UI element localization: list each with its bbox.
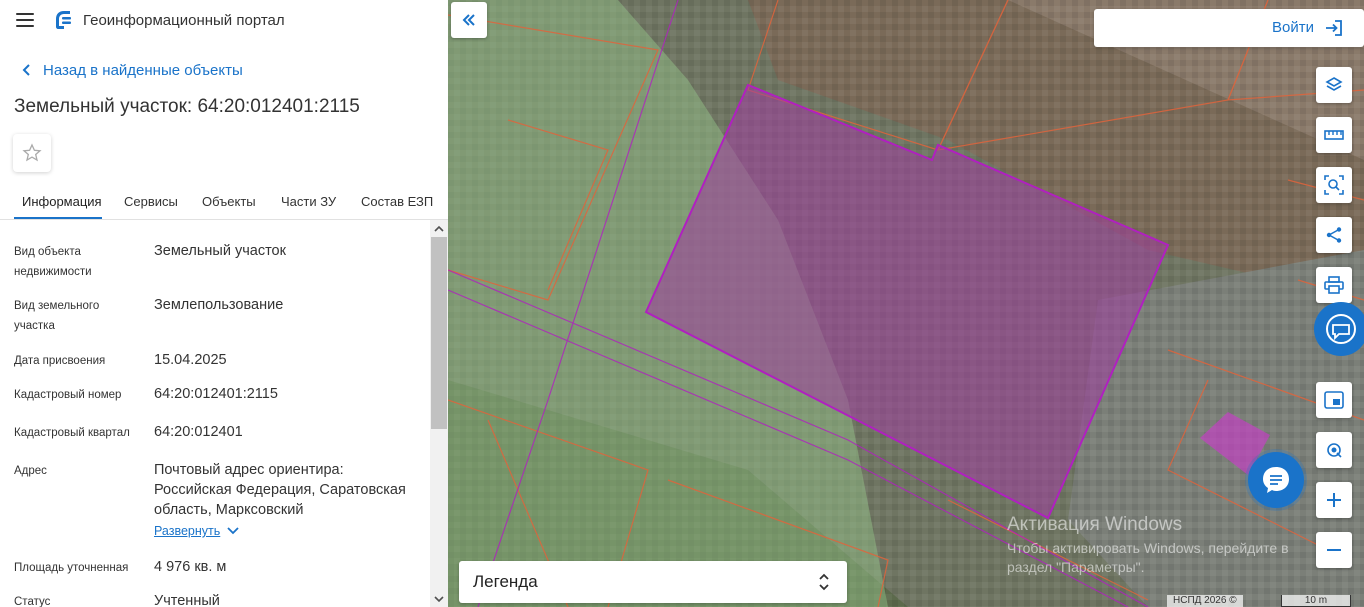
print-icon — [1324, 276, 1344, 294]
support-chat-icon — [1326, 314, 1356, 344]
star-icon — [22, 143, 42, 162]
back-to-results-link[interactable]: Назад в найденные объекты — [18, 61, 243, 79]
field-value: 64:20:012401 — [154, 424, 243, 440]
legend-dropdown[interactable]: Легенда — [459, 561, 847, 603]
menu-icon[interactable] — [16, 13, 34, 27]
field-label: Дата присвоения — [14, 355, 106, 367]
zoom-in-button[interactable] — [1316, 482, 1352, 518]
zoom-out-icon — [1327, 549, 1341, 551]
tab-services[interactable]: Сервисы — [124, 194, 178, 209]
field-value: Земельный участок — [154, 243, 286, 259]
collapse-panel-button[interactable] — [451, 2, 487, 38]
share-icon — [1326, 227, 1342, 243]
zoom-in-icon — [1327, 493, 1341, 507]
activation-watermark-text: Чтобы активировать Windows, перейдите в … — [1007, 540, 1289, 575]
field-label: Вид объекта недвижимости — [14, 246, 92, 278]
login-label: Войти — [1272, 19, 1314, 36]
legend-label: Легенда — [473, 572, 538, 591]
map-view[interactable]: Войти Легенда Активация Windows Чтобы ак… — [448, 0, 1364, 607]
double-chevron-left-icon — [462, 14, 475, 26]
info-scrollbar[interactable] — [430, 220, 448, 607]
side-panel: Геоинформационный портал Назад в найденн… — [0, 0, 448, 607]
geolocation-button[interactable] — [1316, 432, 1352, 468]
chevron-down-icon — [227, 527, 239, 535]
picture-in-picture-icon — [1324, 391, 1344, 409]
expand-collapse-icon — [819, 573, 829, 591]
map-attribution: НСПД 2026 © — [1167, 595, 1243, 607]
top-bar: Геоинформационный портал — [0, 0, 448, 42]
scrollbar-thumb[interactable] — [431, 237, 447, 429]
expand-label: Развернуть — [154, 524, 221, 538]
field-value: 15.04.2025 — [154, 352, 227, 368]
field-value: Почтовый адрес ориентира: Российская Фед… — [154, 462, 406, 518]
map-scale-bar: 10 m — [1281, 595, 1351, 607]
field-label: Адрес — [14, 465, 47, 477]
field-label: Площадь уточненная — [14, 562, 129, 574]
area-search-icon — [1324, 175, 1344, 195]
expand-address-link[interactable]: Развернуть — [154, 524, 239, 538]
support-widget-button[interactable] — [1314, 302, 1364, 356]
layers-button[interactable] — [1316, 67, 1352, 103]
tab-objects[interactable]: Объекты — [202, 194, 256, 209]
chat-button[interactable] — [1248, 452, 1304, 508]
scroll-down-arrow-icon[interactable] — [430, 591, 448, 607]
print-button[interactable] — [1316, 267, 1352, 303]
geolocation-icon — [1327, 443, 1342, 458]
satellite-map[interactable] — [448, 0, 1364, 607]
field-value: Учтенный — [154, 593, 220, 607]
info-list: Вид объекта недвижимости Земельный участ… — [0, 220, 430, 607]
field-label: Статус — [14, 596, 51, 607]
ruler-icon — [1324, 130, 1344, 140]
scroll-up-arrow-icon[interactable] — [430, 220, 448, 236]
tab-information[interactable]: Информация — [22, 194, 102, 209]
field-label: Вид земельного участка — [14, 300, 100, 332]
back-link-label: Назад в найденные объекты — [43, 61, 243, 79]
field-value: Землепользование — [154, 297, 284, 313]
activation-watermark-title: Активация Windows — [1007, 514, 1183, 535]
field-label: Кадастровый квартал — [14, 427, 130, 439]
object-title: Земельный участок: 64:20:012401:2115 — [14, 96, 360, 117]
tab-parcel-parts[interactable]: Части ЗУ — [281, 194, 336, 209]
field-value: 4 976 кв. м — [154, 559, 227, 575]
tab-bar: Информация Сервисы Объекты Части ЗУ Сост… — [0, 184, 448, 220]
area-search-button[interactable] — [1316, 167, 1352, 203]
share-button[interactable] — [1316, 217, 1352, 253]
field-value: 64:20:012401:2115 — [154, 386, 278, 402]
active-tab-indicator — [14, 217, 102, 219]
portal-title: Геоинформационный портал — [83, 12, 285, 29]
chat-bubble-icon — [1263, 467, 1289, 493]
favorite-button[interactable] — [13, 134, 51, 172]
field-label: Кадастровый номер — [14, 389, 122, 401]
tab-ezp-composition[interactable]: Состав ЕЗП — [361, 194, 433, 209]
login-button[interactable]: Войти — [1094, 9, 1364, 47]
picture-in-picture-button[interactable] — [1316, 382, 1352, 418]
portal-logo-icon — [56, 11, 71, 29]
chevron-left-icon — [22, 64, 30, 76]
ruler-button[interactable] — [1316, 117, 1352, 153]
login-icon — [1326, 20, 1342, 36]
layers-icon — [1325, 77, 1343, 91]
